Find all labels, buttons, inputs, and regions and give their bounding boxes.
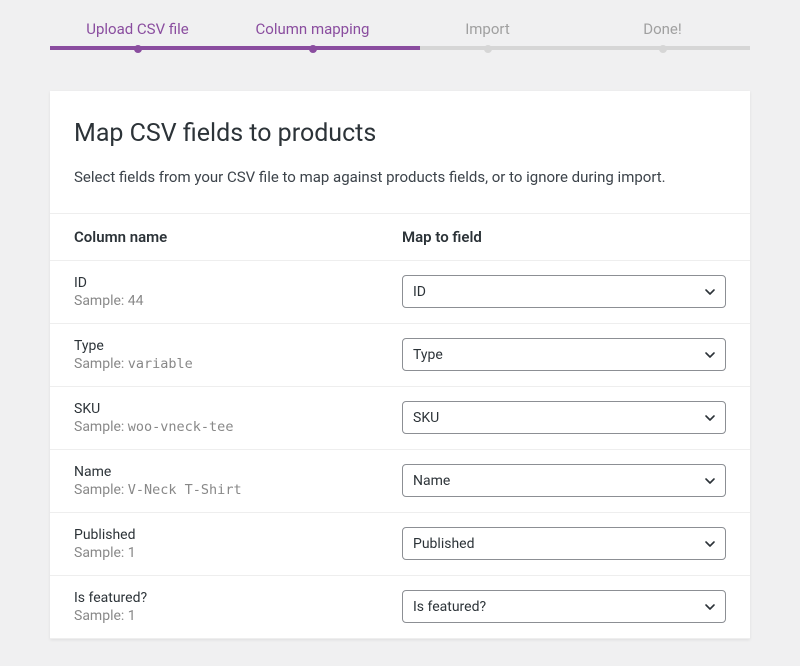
step-dot-icon [659, 45, 667, 53]
chevron-down-icon [704, 286, 716, 298]
step-import: Import [400, 20, 575, 55]
column-sample: Sample: variable [74, 356, 398, 372]
column-info: Name Sample: V-Neck T-Shirt [74, 464, 398, 498]
chevron-down-icon [704, 475, 716, 487]
table-row: Is featured? Sample: 1 Is featured? [50, 576, 750, 639]
step-column-mapping[interactable]: Column mapping [225, 20, 400, 55]
column-info: Published Sample: 1 [74, 527, 398, 561]
step-dot-icon [309, 45, 317, 53]
column-info: SKU Sample: woo-vneck-tee [74, 401, 398, 435]
mapping-rows: ID Sample: 44 ID Type Sample: variable Type SK… [50, 261, 750, 639]
sample-value: 1 [128, 545, 136, 561]
map-select[interactable]: SKU [402, 401, 726, 434]
select-value: Name [413, 473, 450, 489]
map-to-field-cell: ID [398, 275, 726, 308]
column-sample: Sample: V-Neck T-Shirt [74, 482, 398, 498]
column-name: Is featured? [74, 590, 398, 606]
table-head: Column name Map to field [50, 214, 750, 261]
step-done: Done! [575, 20, 750, 55]
step-label: Import [400, 20, 575, 38]
select-value: SKU [413, 410, 439, 426]
sample-prefix: Sample: [74, 608, 124, 624]
map-to-field-cell: Name [398, 464, 726, 497]
column-name: Type [74, 338, 398, 354]
sample-prefix: Sample: [74, 545, 124, 561]
column-name: Published [74, 527, 398, 543]
table-row: Name Sample: V-Neck T-Shirt Name [50, 450, 750, 513]
select-value: Type [413, 347, 443, 363]
map-to-field-cell: Type [398, 338, 726, 371]
step-label: Column mapping [225, 20, 400, 38]
column-name: ID [74, 275, 398, 291]
sample-value: V-Neck T-Shirt [128, 482, 242, 498]
chevron-down-icon [704, 412, 716, 424]
column-name-header: Column name [74, 228, 398, 246]
map-to-field-header: Map to field [398, 228, 726, 246]
map-to-field-cell: Is featured? [398, 590, 726, 623]
sample-prefix: Sample: [74, 482, 124, 498]
table-row: Published Sample: 1 Published [50, 513, 750, 576]
sample-prefix: Sample: [74, 293, 124, 309]
step-label: Done! [575, 20, 750, 38]
column-info: Type Sample: variable [74, 338, 398, 372]
map-select[interactable]: Published [402, 527, 726, 560]
map-select[interactable]: Type [402, 338, 726, 371]
map-select[interactable]: Name [402, 464, 726, 497]
progress-bar: Upload CSV file Column mapping Import Do… [0, 0, 800, 91]
table-row: SKU Sample: woo-vneck-tee SKU [50, 387, 750, 450]
sample-value: variable [128, 356, 193, 372]
chevron-down-icon [704, 601, 716, 613]
select-value: Published [413, 536, 474, 552]
sample-prefix: Sample: [74, 356, 124, 372]
column-info: Is featured? Sample: 1 [74, 590, 398, 624]
column-sample: Sample: 1 [74, 545, 398, 561]
column-name: Name [74, 464, 398, 480]
chevron-down-icon [704, 538, 716, 550]
column-sample: Sample: 1 [74, 608, 398, 624]
sample-prefix: Sample: [74, 419, 124, 435]
card-header: Map CSV fields to products Select fields… [50, 91, 750, 214]
sample-value: 1 [128, 608, 136, 624]
page-description: Select fields from your CSV file to map … [74, 166, 726, 189]
table-row: Type Sample: variable Type [50, 324, 750, 387]
map-to-field-cell: SKU [398, 401, 726, 434]
step-dot-icon [484, 45, 492, 53]
sample-value: woo-vneck-tee [128, 419, 234, 435]
page-title: Map CSV fields to products [74, 119, 726, 148]
column-sample: Sample: 44 [74, 293, 398, 309]
mapping-card: Map CSV fields to products Select fields… [50, 91, 750, 639]
column-info: ID Sample: 44 [74, 275, 398, 309]
map-select[interactable]: Is featured? [402, 590, 726, 623]
map-select[interactable]: ID [402, 275, 726, 308]
column-name: SKU [74, 401, 398, 417]
step-label: Upload CSV file [50, 20, 225, 38]
map-to-field-cell: Published [398, 527, 726, 560]
select-value: Is featured? [413, 599, 486, 615]
select-value: ID [413, 284, 426, 300]
step-dot-icon [134, 45, 142, 53]
chevron-down-icon [704, 349, 716, 361]
sample-value: 44 [128, 293, 144, 309]
column-sample: Sample: woo-vneck-tee [74, 419, 398, 435]
table-row: ID Sample: 44 ID [50, 261, 750, 324]
step-upload[interactable]: Upload CSV file [50, 20, 225, 55]
